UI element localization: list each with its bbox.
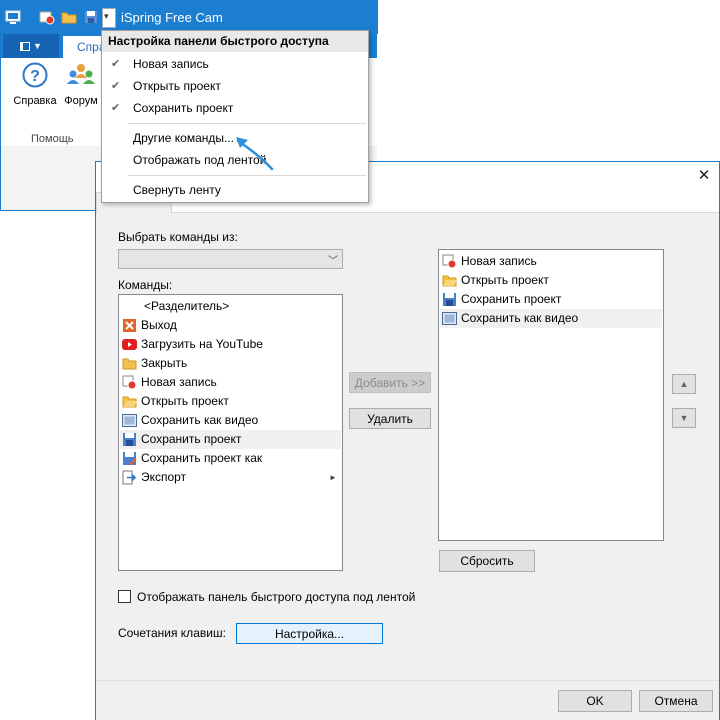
record-icon (442, 254, 457, 269)
exit-icon (123, 319, 136, 332)
title-bar: ▾ iSpring Free Cam (1, 0, 378, 34)
checkmark-icon: ✔ (111, 80, 121, 92)
menu-item-minimize-ribbon[interactable]: Свернуть ленту (102, 180, 368, 201)
app-logo-icon (5, 10, 21, 24)
triangle-down-icon: ▼ (679, 413, 689, 423)
help-button[interactable]: ? Справка (13, 62, 57, 107)
checkmark-icon: ✔ (111, 58, 121, 70)
record-icon[interactable] (39, 9, 55, 25)
forum-button[interactable]: Форум (59, 62, 103, 107)
move-up-button[interactable]: ▲ (672, 374, 696, 394)
ok-button[interactable]: OK (558, 690, 632, 712)
list-item[interactable]: Сохранить проект (120, 430, 341, 449)
folder-icon (122, 358, 137, 370)
list-item[interactable]: <Разделитель> (120, 297, 341, 316)
menu-item-save-project[interactable]: ✔ Сохранить проект (102, 98, 368, 119)
export-icon (122, 470, 137, 485)
forum-icon (67, 64, 95, 84)
svg-text:?: ? (30, 68, 40, 85)
remove-button[interactable]: Удалить (349, 408, 431, 429)
ribbon-group-label: Помощь (31, 133, 74, 145)
annotation-arrow-icon (236, 137, 274, 171)
move-down-button[interactable]: ▼ (672, 408, 696, 428)
show-below-ribbon-label: Отображать панель быстрого доступа под л… (137, 590, 416, 604)
help-icon: ? (22, 62, 48, 88)
close-icon[interactable]: ✕ (694, 166, 714, 186)
shortcuts-label: Сочетания клавиш: (118, 626, 226, 640)
save-icon (123, 433, 136, 446)
film-icon (122, 414, 137, 427)
qa-customize-menu: Настройка панели быстрого доступа ✔ Нова… (101, 30, 369, 203)
list-item[interactable]: Открыть проект (120, 392, 341, 411)
app-title: iSpring Free Cam (121, 10, 223, 25)
quick-access-list[interactable]: Новая запись Открыть проект Сохранить пр… (438, 249, 664, 541)
help-button-label: Справка (13, 95, 57, 107)
reset-button[interactable]: Сбросить (439, 550, 535, 572)
list-item[interactable]: Сохранить проект (440, 290, 662, 309)
list-item[interactable]: Новая запись (440, 252, 662, 271)
save-as-icon (123, 452, 137, 466)
youtube-icon (122, 339, 137, 350)
list-item[interactable]: Экспорт ► (120, 468, 341, 487)
checkmark-icon: ✔ (111, 102, 121, 114)
open-folder-icon (122, 396, 137, 408)
file-tab[interactable]: ▼ (3, 34, 59, 58)
list-item[interactable]: Сохранить как видео (440, 309, 662, 328)
list-item[interactable]: Загрузить на YouTube (120, 335, 341, 354)
menu-header: Настройка панели быстрого доступа (102, 31, 368, 52)
list-item[interactable]: Сохранить как видео (120, 411, 341, 430)
shortcuts-customize-button[interactable]: Настройка... (236, 623, 383, 644)
triangle-up-icon: ▲ (679, 379, 689, 389)
list-item[interactable]: Выход (120, 316, 341, 335)
file-menu-icon (20, 41, 31, 51)
menu-separator (128, 123, 366, 124)
add-button[interactable]: Добавить >> (349, 372, 431, 393)
chevron-down-icon: ▼ (33, 41, 42, 51)
film-icon (442, 312, 457, 325)
save-icon (443, 293, 456, 306)
list-item[interactable]: Сохранить проект как (120, 449, 341, 468)
chevron-down-icon: ﹀ (328, 256, 338, 267)
chevron-right-icon: ► (329, 473, 337, 482)
list-item[interactable]: Новая запись (120, 373, 341, 392)
choose-from-select[interactable]: ﹀ (118, 249, 343, 269)
open-folder-icon[interactable] (61, 9, 77, 25)
menu-separator (128, 175, 366, 176)
choose-from-label: Выбрать команды из: (118, 230, 238, 244)
record-icon (122, 375, 137, 390)
open-folder-icon (442, 275, 457, 287)
list-item[interactable]: Открыть проект (440, 271, 662, 290)
menu-item-new-recording[interactable]: ✔ Новая запись (102, 54, 368, 75)
qa-customize-button[interactable]: ▾ (102, 8, 116, 28)
menu-item-open-project[interactable]: ✔ Открыть проект (102, 76, 368, 97)
list-item[interactable]: Закрыть (120, 354, 341, 373)
save-icon[interactable] (83, 9, 99, 25)
chevron-down-icon: ▾ (104, 11, 109, 21)
customize-dialog: ✕ Выбрать команды из: ﹀ Команды: <Раздел… (95, 161, 720, 720)
forum-button-label: Форум (64, 95, 98, 107)
commands-list[interactable]: <Разделитель> Выход Загрузить на YouTube… (118, 294, 343, 571)
cancel-button[interactable]: Отмена (639, 690, 713, 712)
commands-label: Команды: (118, 278, 173, 292)
show-below-ribbon-checkbox[interactable] (118, 590, 131, 603)
